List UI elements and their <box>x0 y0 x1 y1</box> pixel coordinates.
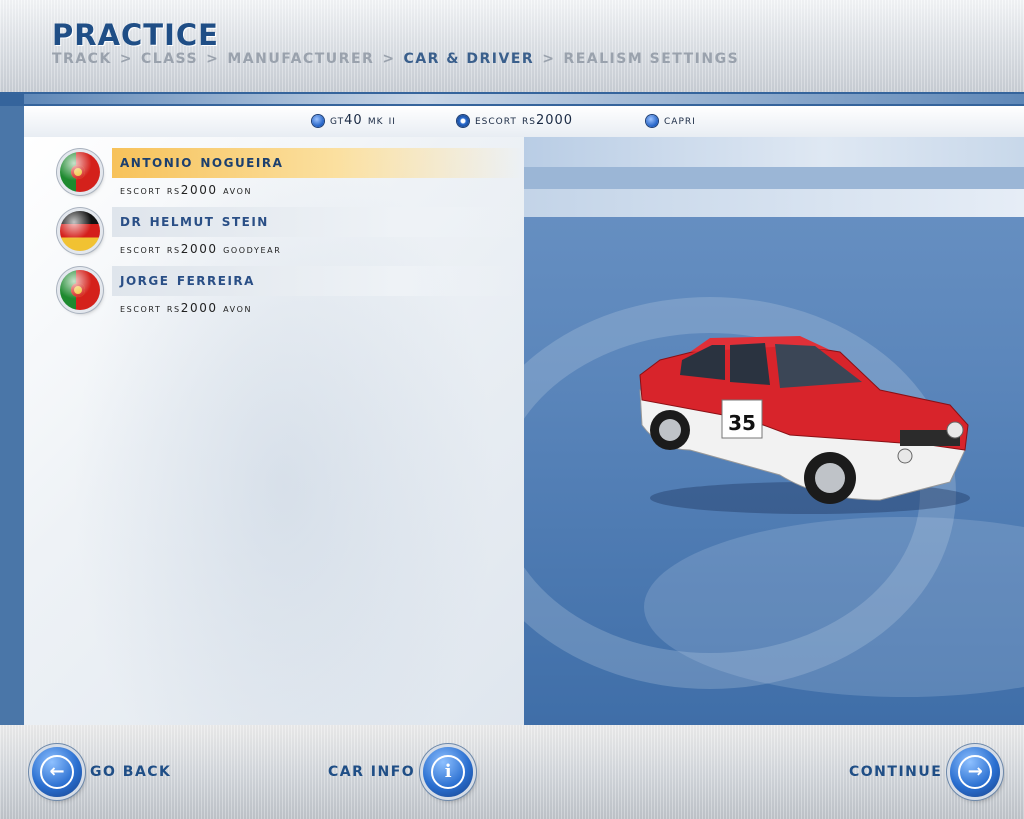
car-selector-bar: GT40 Mk II Escort RS2000 Capri <box>24 106 1024 139</box>
car-tab-escort-rs2000[interactable]: Escort RS2000 <box>457 113 573 128</box>
decorative-stripe <box>524 167 1024 189</box>
radio-icon <box>646 114 658 127</box>
driver-name: Jorge Ferreira <box>120 270 255 290</box>
breadcrumb-manufacturer[interactable]: MANUFACTURER <box>227 51 374 67</box>
info-icon: i <box>423 747 474 797</box>
rear-wheel-rim <box>659 419 681 441</box>
driver-row-dr-helmut-stein[interactable]: Dr Helmut Stein Escort RS2000 Goodyear <box>36 205 522 263</box>
header-divider-highlight <box>24 94 1024 104</box>
driver-row-antonio-nogueira[interactable]: Antonio Nogueira Escort RS2000 Avon <box>36 146 522 204</box>
driver-car: Escort RS2000 Avon <box>120 301 253 315</box>
breadcrumb-separator: > <box>382 51 396 67</box>
driver-car: Escort RS2000 Avon <box>120 183 253 197</box>
driver-row-jorge-ferreira[interactable]: Jorge Ferreira Escort RS2000 Avon <box>36 264 522 322</box>
breadcrumb-class[interactable]: CLASS <box>141 51 198 67</box>
decorative-stripe <box>524 137 1024 167</box>
driver-name: Dr Helmut Stein <box>120 211 269 231</box>
go-back-button[interactable]: ← GO BACK <box>32 745 171 799</box>
radio-icon <box>312 114 324 127</box>
back-arrow-icon: ← <box>32 747 82 797</box>
continue-label: CONTINUE <box>849 764 943 780</box>
portugal-flag-icon <box>60 270 100 310</box>
radio-selected-icon <box>457 114 469 127</box>
forward-arrow-icon: → <box>950 747 1001 797</box>
breadcrumb-separator: > <box>119 51 134 67</box>
breadcrumb-separator: > <box>542 51 556 67</box>
driver-car: Escort RS2000 Goodyear <box>120 242 282 256</box>
front-wheel-rim <box>815 463 845 493</box>
breadcrumb: TRACK > CLASS > MANUFACTURER > CAR & DRIVER > RE… <box>52 51 739 67</box>
breadcrumb-track[interactable]: TRACK <box>52 51 112 67</box>
car-number: 35 <box>728 411 756 435</box>
germany-flag-icon <box>60 211 100 251</box>
headlight <box>897 448 913 464</box>
car-tab-gt40[interactable]: GT40 Mk II <box>312 113 396 128</box>
headlight <box>946 421 964 439</box>
car-tab-label: Capri <box>664 113 696 128</box>
decorative-stripe <box>524 189 1024 217</box>
car-info-label: CAR INFO <box>328 764 416 780</box>
car-preview-image[interactable]: 35 <box>630 330 975 520</box>
go-back-label: GO BACK <box>90 764 172 780</box>
car-tab-label: GT40 Mk II <box>330 113 396 128</box>
breadcrumb-car-driver: CAR & DRIVER <box>403 51 535 67</box>
page-title: PRACTICE <box>52 18 219 52</box>
breadcrumb-realism-settings: REALISM SETTINGS <box>563 51 740 67</box>
header-bar: PRACTICE TRACK > CLASS > MANUFACTURER > CAR & … <box>0 0 1024 92</box>
car-tab-label: Escort RS2000 <box>475 113 574 128</box>
portugal-flag-icon <box>60 152 100 192</box>
car-side-window <box>730 343 770 385</box>
driver-name: Antonio Nogueira <box>120 152 284 172</box>
car-tab-capri[interactable]: Capri <box>646 113 696 128</box>
car-info-button[interactable]: CAR INFO i <box>328 745 474 799</box>
car-rear-window <box>680 345 725 380</box>
continue-button[interactable]: CONTINUE → <box>849 745 1001 799</box>
footer-bar: ← GO BACK CAR INFO i CONTINUE → <box>0 725 1024 819</box>
breadcrumb-separator: > <box>206 51 220 67</box>
